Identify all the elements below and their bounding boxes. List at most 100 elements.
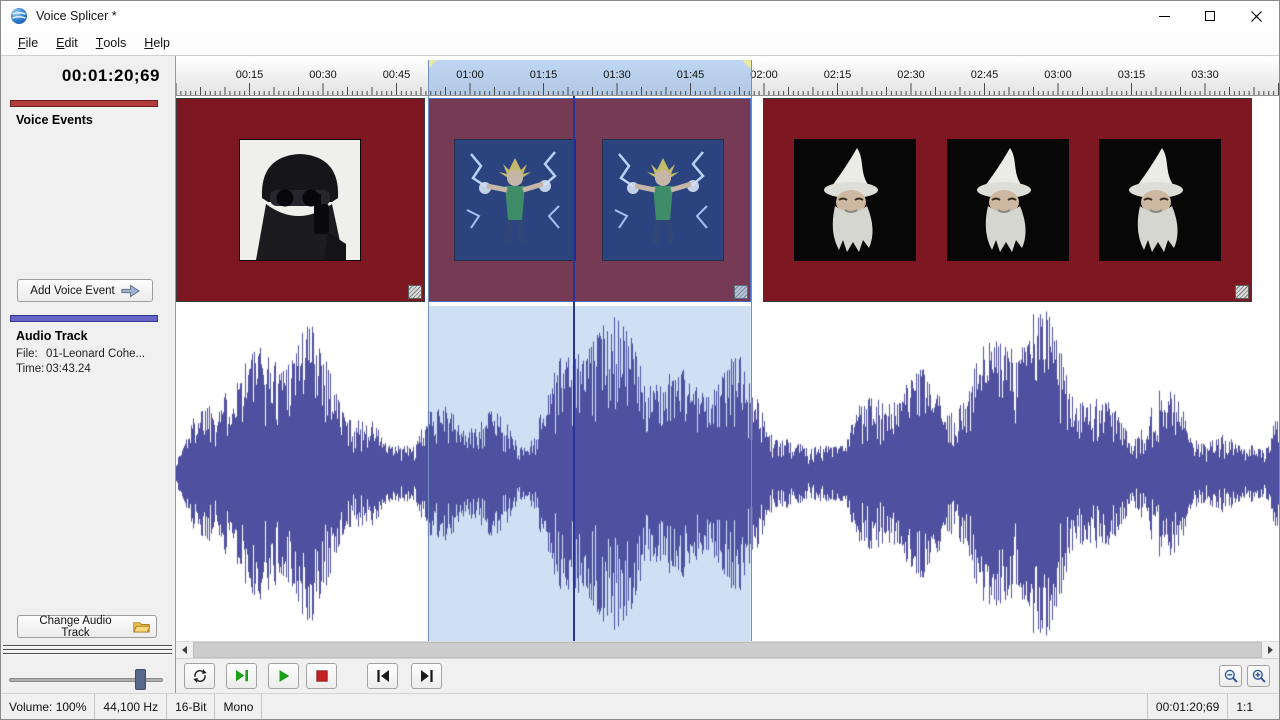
time-label: Time: (16, 363, 46, 375)
scrollbar-thumb[interactable] (193, 642, 1262, 658)
svg-text:00:30: 00:30 (309, 69, 337, 81)
svg-text:02:45: 02:45 (971, 69, 999, 81)
svg-text:01:30: 01:30 (603, 69, 631, 81)
clip-thumbnail-wizard (1099, 139, 1221, 261)
title-bar[interactable]: Voice Splicer * (1, 1, 1279, 31)
status-bar: Volume: 100% 44,100 Hz 16-Bit Mono 00:01… (1, 693, 1279, 719)
svg-text:01:45: 01:45 (677, 69, 705, 81)
svg-text:00:45: 00:45 (383, 69, 411, 81)
clip-thumbnail-wizard (947, 139, 1069, 261)
zoom-in-button[interactable] (1247, 665, 1270, 687)
timeline-ruler[interactable]: 00:15 00:30 00:45 01:00 01:15 01:30 01:45 02:00… (176, 56, 1279, 96)
voice-event-clip-1[interactable] (176, 98, 425, 302)
svg-text:01:00: 01:00 (456, 69, 484, 81)
clip-resize-grip[interactable] (734, 285, 748, 299)
scroll-right-icon (1268, 646, 1273, 654)
horizontal-scrollbar[interactable] (176, 641, 1279, 658)
skip-to-end-icon (418, 667, 436, 685)
voice-event-clip-2[interactable] (428, 98, 751, 302)
transport-bar (176, 658, 1279, 693)
voice-events-color-bar (10, 100, 158, 107)
sidebar: 00:01:20;69 Voice Events Add Voice Event… (1, 56, 176, 693)
volume-slider-handle[interactable] (135, 669, 146, 690)
timeline-area: 00:15 00:30 00:45 01:00 01:15 01:30 01:45 02:00… (176, 56, 1279, 693)
zoom-in-icon (1251, 668, 1267, 684)
menu-edit[interactable]: Edit (47, 31, 87, 55)
svg-text:03:00: 03:00 (1044, 69, 1072, 81)
clip-thumbnail-masked-operator (239, 139, 361, 261)
scroll-left-icon (182, 646, 187, 654)
status-zoom-ratio: 1:1 (1227, 694, 1279, 719)
audio-track-color-bar (10, 315, 158, 322)
waveform-panel[interactable] (176, 306, 1279, 641)
play-button[interactable] (268, 663, 299, 689)
svg-text:02:00: 02:00 (750, 69, 778, 81)
file-value: 01-Leonard Cohe... (46, 348, 145, 360)
close-button[interactable] (1233, 1, 1279, 31)
close-icon (1251, 11, 1262, 22)
menu-file[interactable]: File (9, 31, 47, 55)
maximize-button[interactable] (1187, 1, 1233, 31)
zoom-out-button[interactable] (1219, 665, 1242, 687)
svg-text:01:15: 01:15 (530, 69, 558, 81)
voice-events-heading: Voice Events (16, 113, 93, 127)
skip-to-start-icon (374, 667, 392, 685)
change-audio-track-button[interactable]: Change Audio Track (17, 615, 157, 638)
scroll-left-button[interactable] (176, 642, 193, 658)
timecode-display: 00:01:20;69 (1, 66, 160, 86)
menu-help[interactable]: Help (135, 31, 179, 55)
loop-icon (191, 667, 209, 685)
menu-tools[interactable]: Tools (87, 31, 136, 55)
clip-resize-grip[interactable] (1235, 285, 1249, 299)
scroll-right-button[interactable] (1262, 642, 1279, 658)
app-window: Voice Splicer * FileEditToolsHelp 00:01:… (0, 0, 1280, 720)
audio-waveform[interactable] (176, 306, 1279, 641)
clip-thumbnail-lightning-character (454, 139, 576, 261)
file-label: File: (16, 348, 46, 360)
stop-button[interactable] (306, 663, 337, 689)
svg-text:03:15: 03:15 (1118, 69, 1146, 81)
selection-end-handle[interactable] (742, 60, 751, 69)
voice-event-track (176, 96, 1279, 306)
status-bit-depth: 16-Bit (167, 694, 215, 719)
status-channels: Mono (215, 694, 262, 719)
status-position: 00:01:20;69 (1147, 694, 1227, 719)
play-icon (275, 667, 293, 685)
folder-icon (133, 620, 150, 634)
go-to-start-button[interactable] (367, 663, 398, 689)
status-sample-rate: 44,100 Hz (95, 694, 167, 719)
loop-button[interactable] (184, 663, 215, 689)
arrow-right-icon (121, 284, 140, 298)
svg-text:00:15: 00:15 (236, 69, 264, 81)
minimize-button[interactable] (1141, 1, 1187, 31)
voice-event-clip-3[interactable] (763, 98, 1252, 302)
ruler-ticks: 00:15 00:30 00:45 01:00 01:15 01:30 01:45 02:00… (176, 60, 1279, 96)
audio-time-row: Time: 03:43.24 (16, 363, 169, 375)
add-voice-event-button[interactable]: Add Voice Event (17, 279, 153, 302)
audio-file-row: File: 01-Leonard Cohe... (16, 348, 169, 360)
minimize-icon (1159, 16, 1170, 17)
play-pause-button[interactable] (226, 663, 257, 689)
change-audio-track-label: Change Audio Track (24, 615, 127, 639)
app-icon (10, 7, 28, 25)
clip-thumbnail-lightning-character (602, 139, 724, 261)
maximize-icon (1205, 11, 1215, 21)
svg-text:03:30: 03:30 (1191, 69, 1219, 81)
window-controls (1141, 1, 1279, 31)
clip-thumbnail-wizard (794, 139, 916, 261)
play-pause-icon (233, 667, 251, 685)
go-to-end-button[interactable] (411, 663, 442, 689)
zoom-out-icon (1223, 668, 1239, 684)
audio-track-heading: Audio Track (16, 329, 88, 343)
time-value: 03:43.24 (46, 363, 91, 375)
clip-resize-grip[interactable] (408, 285, 422, 299)
window-title: Voice Splicer * (36, 9, 117, 23)
add-voice-event-label: Add Voice Event (30, 285, 114, 297)
selection-start-handle[interactable] (428, 60, 437, 69)
panel-splitter-grip[interactable] (3, 645, 172, 657)
svg-text:02:15: 02:15 (824, 69, 852, 81)
status-volume: Volume: 100% (1, 694, 95, 719)
stop-icon (313, 667, 331, 685)
menu-bar: FileEditToolsHelp (1, 31, 1279, 56)
svg-text:02:30: 02:30 (897, 69, 925, 81)
